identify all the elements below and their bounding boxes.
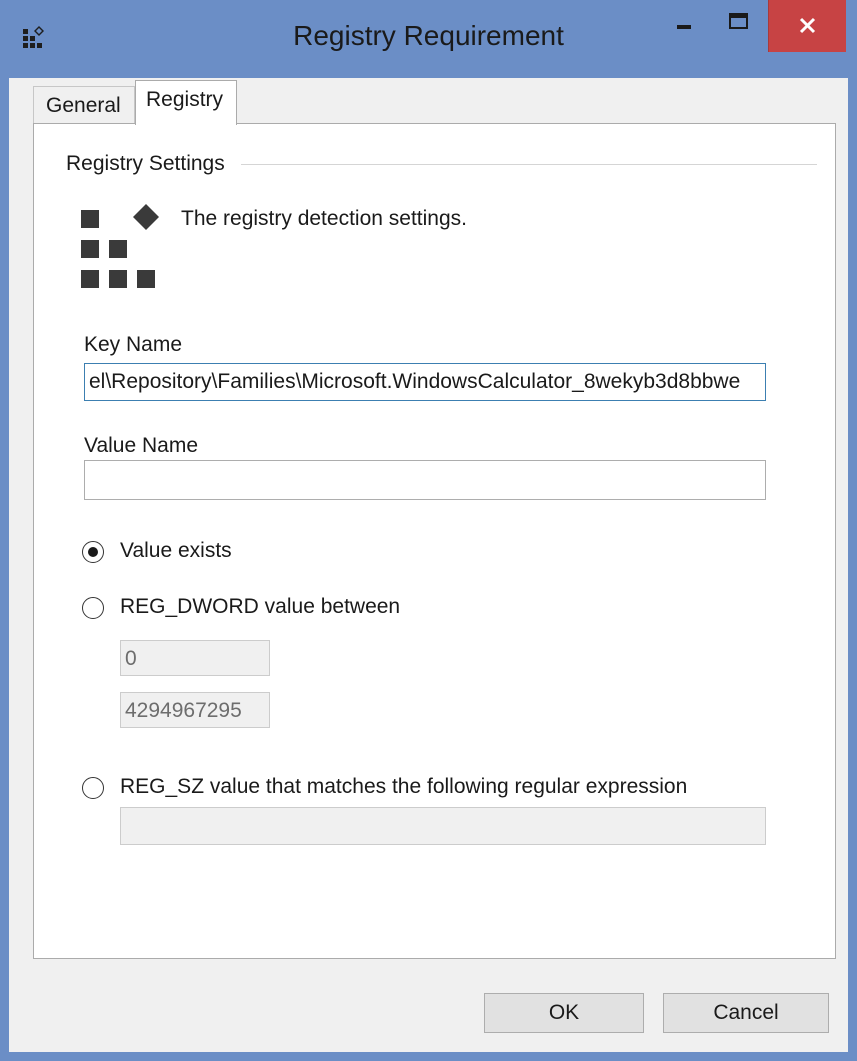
key-name-label: Key Name xyxy=(84,333,183,356)
close-button[interactable] xyxy=(768,0,846,52)
tab-general-label: General xyxy=(46,94,121,117)
minimize-button[interactable] xyxy=(660,0,706,52)
dialog-client-area: General Registry Registry Settings The r… xyxy=(9,78,848,1052)
reg-dword-label[interactable]: REG_DWORD value between xyxy=(120,595,400,619)
reg-dword-radio[interactable] xyxy=(82,597,104,619)
regex-input[interactable] xyxy=(120,807,766,845)
registry-requirement-window: Registry Requirement General Registry Re… xyxy=(0,0,857,1061)
registry-description: The registry detection settings. xyxy=(181,207,467,230)
value-name-label: Value Name xyxy=(84,434,199,457)
maximize-button[interactable] xyxy=(706,0,768,52)
registry-icon xyxy=(81,204,159,288)
value-name-input[interactable] xyxy=(84,460,766,500)
registry-tab-panel: Registry Settings The registry detection… xyxy=(33,123,836,959)
tab-registry-label: Registry xyxy=(146,88,224,111)
tab-general[interactable]: General xyxy=(33,86,135,124)
maximize-icon xyxy=(729,13,748,29)
value-exists-radio[interactable] xyxy=(82,541,104,563)
tab-registry[interactable]: Registry xyxy=(135,80,237,125)
group-divider xyxy=(241,164,817,165)
ok-button[interactable]: OK xyxy=(484,993,644,1033)
key-name-input[interactable]: el\Repository\Families\Microsoft.Windows… xyxy=(84,363,766,401)
title-bar[interactable]: Registry Requirement xyxy=(0,0,857,78)
radio-checked-dot xyxy=(88,547,98,557)
reg-sz-radio[interactable] xyxy=(82,777,104,799)
close-icon xyxy=(799,17,816,34)
dword-min-input[interactable]: 0 xyxy=(120,640,270,676)
value-exists-label[interactable]: Value exists xyxy=(120,539,232,563)
minimize-icon xyxy=(677,25,691,29)
dword-max-input[interactable]: 4294967295 xyxy=(120,692,270,728)
cancel-button[interactable]: Cancel xyxy=(663,993,829,1033)
registry-settings-group-label: Registry Settings xyxy=(66,152,225,175)
reg-sz-label[interactable]: REG_SZ value that matches the following … xyxy=(120,775,687,799)
